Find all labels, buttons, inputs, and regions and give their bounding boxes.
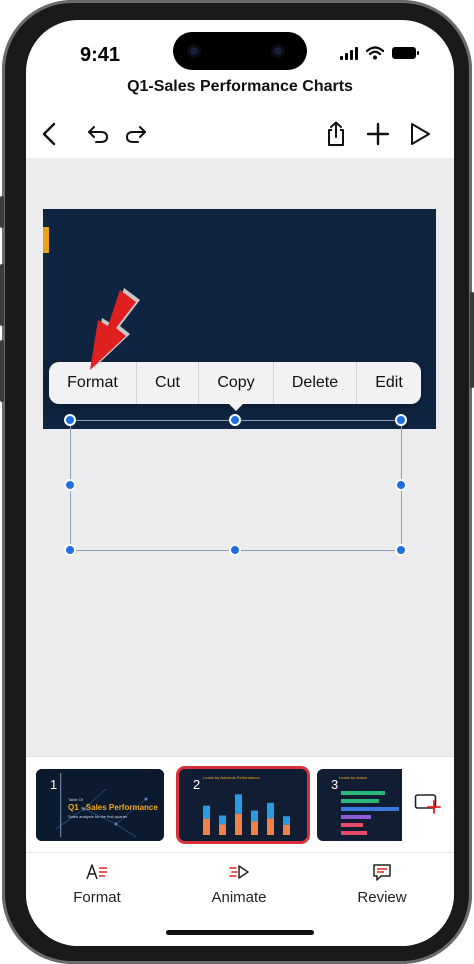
context-menu-pointer — [228, 403, 244, 411]
play-icon[interactable] — [406, 120, 434, 148]
resize-handle-top[interactable] — [229, 414, 241, 426]
resize-handle-bottom-left[interactable] — [64, 544, 76, 556]
power-button — [470, 292, 474, 388]
mini-bar-upper — [203, 805, 210, 819]
plus-icon[interactable] — [364, 120, 392, 148]
chevron-left-icon[interactable] — [36, 120, 64, 148]
menu-item-cut[interactable]: Cut — [137, 362, 199, 404]
tab-label: Animate — [211, 889, 267, 906]
animate-icon — [229, 865, 249, 879]
mini-bar-lower — [203, 818, 210, 835]
cellular-signal-icon — [340, 46, 358, 60]
mini-bar-upper — [219, 815, 226, 825]
resize-handle-top-left[interactable] — [64, 414, 76, 426]
tab-animate[interactable]: Animate — [189, 859, 289, 906]
thumbnail-number: 1 — [50, 777, 58, 792]
selection-frame — [70, 420, 402, 551]
comment-icon — [373, 864, 391, 881]
tab-label: Format — [73, 889, 121, 906]
share-icon[interactable] — [322, 120, 350, 148]
thumbnail-subtitle: Sales analysis for the first quarter — [68, 814, 128, 819]
mini-bar-upper — [251, 810, 258, 822]
document-title: Q1-Sales Performance Charts — [127, 78, 353, 95]
status-icons — [340, 46, 419, 60]
mini-bar-chart — [203, 794, 290, 835]
slide-thumbnail-2[interactable]: 2 Leads by Adwords Performance — [179, 769, 307, 841]
redo-icon[interactable] — [122, 120, 150, 148]
menu-item-edit[interactable]: Edit — [357, 362, 421, 404]
menu-item-delete[interactable]: Delete — [274, 362, 357, 404]
silent-switch — [0, 196, 4, 228]
mini-bar-lower — [219, 824, 226, 835]
resize-handle-right[interactable] — [395, 479, 407, 491]
home-indicator — [166, 930, 314, 935]
phone-frame: 9:41 Q1-Sales Performance Charts Format … — [0, 0, 474, 964]
mini-bar-lower — [251, 821, 258, 835]
tab-format[interactable]: Format — [47, 859, 147, 906]
wifi-icon — [366, 46, 384, 60]
slide-thumbnail-3[interactable]: 3 Leads by status — [317, 769, 403, 841]
camera-lens-icon — [271, 44, 285, 58]
volume-up-button — [0, 264, 4, 326]
format-text-icon — [86, 864, 107, 880]
thumbnail-title: Leads by Adwords Performance — [203, 775, 260, 780]
add-slide-icon — [414, 794, 441, 814]
camera-lens-icon — [187, 44, 201, 58]
screen: 9:41 Q1-Sales Performance Charts Format … — [26, 20, 454, 946]
thumbnail-title: Q1 - Sales Performance — [68, 803, 158, 812]
tab-label: Review — [357, 889, 407, 906]
mini-bar-upper — [235, 794, 242, 814]
menu-item-copy[interactable]: Copy — [199, 362, 274, 404]
mini-bar-lower — [267, 818, 274, 835]
resize-handle-top-right[interactable] — [395, 414, 407, 426]
resize-handle-left[interactable] — [64, 479, 76, 491]
resize-handle-bottom-right[interactable] — [395, 544, 407, 556]
mini-bar-upper — [283, 816, 290, 825]
undo-icon[interactable] — [84, 120, 112, 148]
mini-bar-lower — [235, 813, 242, 835]
mini-hbar-chart — [341, 791, 399, 835]
resize-handle-bottom[interactable] — [229, 544, 241, 556]
slide-thumbnail-1[interactable]: 1 Table Of Q1 - Sales Performance Sales … — [36, 769, 164, 841]
thumbnail-label: Table Of — [68, 797, 83, 802]
mini-bar-lower — [283, 824, 290, 835]
pointer-arrow-icon — [90, 288, 140, 370]
battery-icon — [392, 47, 419, 59]
add-slide-button[interactable] — [402, 760, 454, 848]
status-time: 9:41 — [80, 44, 121, 66]
volume-down-button — [0, 340, 4, 402]
dynamic-island — [173, 32, 307, 70]
tab-review[interactable]: Review — [332, 859, 432, 906]
thumbnail-title: Leads by status — [339, 775, 368, 780]
mini-bar-upper — [267, 802, 274, 819]
